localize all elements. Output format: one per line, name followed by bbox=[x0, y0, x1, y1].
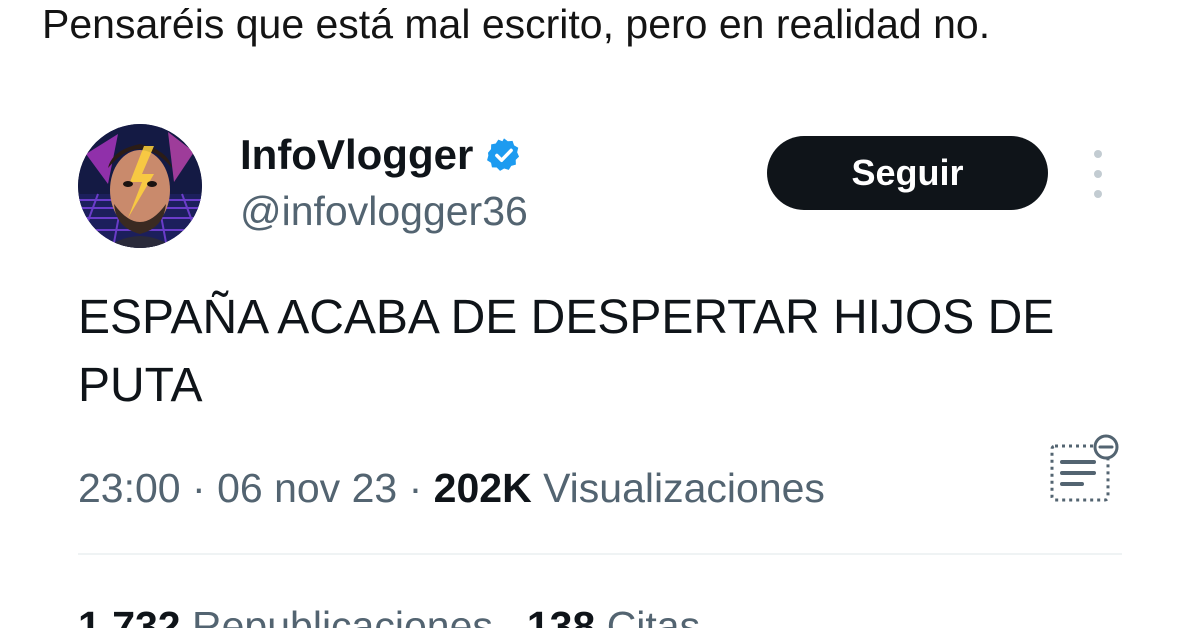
author-handle[interactable]: @infovlogger36 bbox=[240, 186, 528, 236]
quotes-count: 138 bbox=[526, 603, 596, 628]
divider bbox=[78, 553, 1122, 555]
more-dot bbox=[1094, 190, 1102, 198]
tweet-text: ESPAÑA ACABA DE DESPERTAR HIJOS DE PUTA bbox=[78, 291, 1055, 412]
verified-badge-icon bbox=[485, 136, 523, 174]
more-dot bbox=[1094, 170, 1102, 178]
reposts-label: Republicaciones bbox=[192, 603, 493, 628]
tweet-meta: 23:00 · 06 nov 23 · 202K Visualizaciones bbox=[78, 462, 825, 514]
reposts-stat[interactable]: 1.732 Republicaciones bbox=[78, 603, 493, 628]
tweet-date[interactable]: 06 nov 23 bbox=[217, 465, 397, 511]
follow-button[interactable]: Seguir bbox=[767, 136, 1048, 210]
meta-separator: · bbox=[408, 465, 423, 511]
analytics-icon[interactable] bbox=[1046, 434, 1122, 511]
avatar[interactable] bbox=[78, 124, 202, 248]
tweet-stats: 1.732 Republicaciones 138 Citas bbox=[78, 600, 700, 628]
reposts-count: 1.732 bbox=[78, 603, 181, 628]
caption-text: Pensaréis que está mal escrito, pero en … bbox=[42, 1, 991, 47]
views-count: 202K bbox=[433, 465, 532, 511]
more-vertical-icon[interactable] bbox=[1084, 150, 1112, 198]
quotes-label: Citas bbox=[606, 603, 701, 628]
avatar-image bbox=[78, 124, 202, 248]
quotes-stat[interactable]: 138 Citas bbox=[527, 603, 700, 628]
tweet-time[interactable]: 23:00 bbox=[78, 465, 181, 511]
screenshot: Pensaréis que está mal escrito, pero en … bbox=[0, 0, 1200, 628]
author-display-name[interactable]: InfoVlogger bbox=[240, 130, 473, 180]
meta-separator: · bbox=[192, 465, 206, 511]
more-dot bbox=[1094, 150, 1102, 158]
author-name-row[interactable]: InfoVlogger bbox=[240, 130, 523, 180]
views-label: Visualizaciones bbox=[543, 465, 825, 511]
